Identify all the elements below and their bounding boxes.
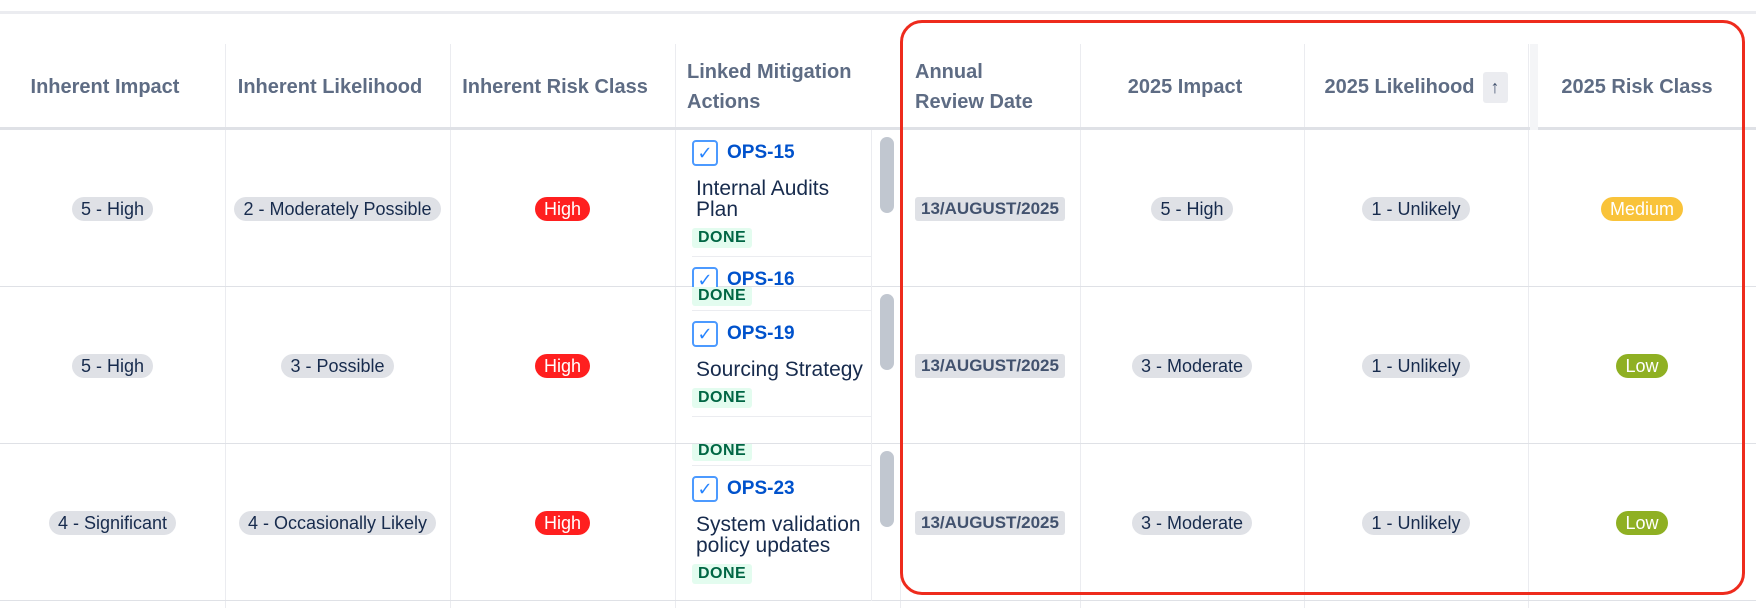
inherent-risk-class-cell: High [450, 130, 675, 287]
item-divider [692, 416, 871, 417]
issue-key-link[interactable]: OPS-19 [727, 323, 795, 345]
column-resize-handle[interactable] [1530, 44, 1538, 130]
header-label: 2025 Impact [1127, 76, 1243, 98]
inherent-risk-class-cell: High [450, 287, 675, 444]
risk-class-badge: High [534, 353, 591, 378]
impact-2025-lozenge: 3 - Moderate [1131, 353, 1253, 378]
inherent-impact-lozenge: 5 - High [71, 353, 154, 378]
task-checkbox-icon: ✓ [692, 476, 718, 502]
risk-table: Inherent Impact Inherent Likelihood Inhe… [0, 44, 1756, 608]
inherent-likelihood-cell: 2 - Moderately Possible [225, 130, 450, 287]
header-inherent-likelihood[interactable]: Inherent Likelihood [225, 44, 435, 130]
header-label: 2025 Likelihood [1324, 76, 1475, 98]
status-badge: DONE [692, 564, 753, 584]
impact-2025-cell: 3 - Moderate [1080, 287, 1304, 444]
impact-2025-lozenge: 5 - High [1151, 196, 1233, 221]
risk-class-2025-cell: Low [1528, 287, 1756, 444]
sort-ascending-icon[interactable]: ↑ [1482, 71, 1508, 103]
issue-summary: System validation policy updates [696, 513, 861, 557]
header-label: Inherent Likelihood [237, 76, 423, 98]
mitigation-item[interactable]: ✓ OPS-23 System validation policy update… [680, 466, 871, 584]
table-row: 4 - Significant 4 - Occasionally Likely … [0, 444, 1756, 601]
review-date-lozenge: 13/AUGUST/2025 [915, 196, 1065, 221]
scrollbar[interactable] [872, 287, 900, 444]
risk-class-badge: Medium [1600, 196, 1684, 221]
mitigation-item[interactable]: ✓ OPS-15 Internal Audits Plan DONE [680, 130, 871, 257]
mitigation-item[interactable]: ✓ OPS-16 [680, 257, 871, 287]
status-badge: DONE [692, 388, 753, 408]
inherent-likelihood-lozenge: 3 - Possible [281, 353, 394, 378]
review-date-cell: 13/AUGUST/2025 [900, 130, 1080, 287]
table-header: Inherent Impact Inherent Likelihood Inhe… [0, 44, 1756, 130]
task-checkbox-icon: ✓ [692, 140, 718, 166]
task-checkbox-icon: ✓ [692, 321, 718, 347]
review-date-cell: 13/AUGUST/2025 [900, 287, 1080, 444]
header-label: Annual [915, 61, 983, 83]
header-label: Inherent Risk Class [462, 76, 648, 98]
impact-2025-cell: 5 - High [1080, 130, 1304, 287]
inherent-impact-cell: 4 - Significant [0, 444, 225, 601]
header-label: Review Date [915, 91, 1033, 113]
inherent-likelihood-cell: 4 - Occasionally Likely [225, 444, 450, 601]
top-divider [0, 0, 1756, 14]
review-date-lozenge: 13/AUGUST/2025 [915, 510, 1065, 535]
risk-class-badge: Low [1616, 353, 1668, 378]
inherent-likelihood-cell: 3 - Possible [225, 287, 450, 444]
review-date-lozenge: 13/AUGUST/2025 [915, 353, 1065, 378]
header-inherent-risk-class[interactable]: Inherent Risk Class [450, 44, 660, 130]
risk-class-badge: High [534, 510, 591, 535]
likelihood-2025-cell: 1 - Unlikely [1304, 287, 1528, 444]
header-label: Inherent Impact [30, 76, 180, 98]
issue-summary: Sourcing Strategy [696, 358, 863, 381]
review-date-cell: 13/AUGUST/2025 [900, 444, 1080, 601]
scrollbar[interactable] [872, 130, 900, 287]
status-badge: DONE [692, 228, 753, 248]
scrollbar-thumb[interactable] [880, 137, 894, 213]
risk-class-2025-cell: Medium [1528, 130, 1756, 287]
likelihood-2025-lozenge: 1 - Unlikely [1362, 353, 1470, 378]
header-label: Linked Mitigation [687, 61, 852, 83]
inherent-likelihood-lozenge: 4 - Occasionally Likely [238, 510, 437, 535]
mitigation-item[interactable]: ✓ OPS-19 Sourcing Strategy DONE [680, 311, 871, 417]
status-badge: DONE [692, 444, 753, 461]
inherent-impact-cell: 5 - High [0, 130, 225, 287]
inherent-impact-lozenge: 4 - Significant [48, 510, 177, 535]
header-inherent-impact[interactable]: Inherent Impact [0, 44, 210, 130]
mitigation-actions-list[interactable]: DONE ✓ OPS-19 Sourcing Strategy DONE [680, 287, 872, 444]
mitigation-actions-list[interactable]: DONE ✓ OPS-23 System validation policy u… [680, 444, 872, 601]
scrollbar-thumb[interactable] [880, 451, 894, 527]
likelihood-2025-cell: 1 - Unlikely [1304, 444, 1528, 601]
header-2025-impact[interactable]: 2025 Impact [1080, 44, 1290, 130]
table-row: 5 - High 3 - Possible High DONE ✓ OPS-19… [0, 287, 1756, 444]
likelihood-2025-cell: 1 - Unlikely [1304, 130, 1528, 287]
issue-summary: Internal Audits Plan [696, 177, 830, 221]
header-linked-mitigation-actions[interactable]: Linked Mitigation Actions [675, 44, 900, 130]
header-annual-review-date[interactable]: Annual Review Date [903, 44, 1080, 130]
issue-key-link[interactable]: OPS-15 [727, 142, 795, 164]
scrollbar[interactable] [872, 444, 900, 601]
status-badge: DONE [692, 287, 753, 306]
table-row: 5 - High 2 - Moderately Possible High ✓ … [0, 130, 1756, 287]
header-label: 2025 Risk Class [1561, 76, 1713, 98]
mitigation-actions-list[interactable]: ✓ OPS-15 Internal Audits Plan DONE ✓ OPS… [680, 130, 872, 287]
inherent-impact-lozenge: 5 - High [71, 196, 154, 221]
inherent-impact-cell: 5 - High [0, 287, 225, 444]
risk-class-badge: High [534, 196, 591, 221]
risk-class-badge: Low [1616, 510, 1668, 535]
issue-key-link[interactable]: OPS-16 [727, 269, 795, 287]
scrollbar-thumb[interactable] [880, 294, 894, 370]
inherent-risk-class-cell: High [450, 444, 675, 601]
likelihood-2025-lozenge: 1 - Unlikely [1362, 510, 1470, 535]
header-2025-risk-class[interactable]: 2025 Risk Class [1538, 44, 1736, 130]
header-label: Actions [687, 91, 761, 113]
inherent-likelihood-lozenge: 2 - Moderately Possible [234, 196, 441, 221]
likelihood-2025-lozenge: 1 - Unlikely [1362, 196, 1470, 221]
task-checkbox-icon: ✓ [692, 267, 718, 287]
impact-2025-lozenge: 3 - Moderate [1131, 510, 1253, 535]
risk-class-2025-cell: Low [1528, 444, 1756, 601]
impact-2025-cell: 3 - Moderate [1080, 444, 1304, 601]
header-2025-likelihood[interactable]: 2025 Likelihood ↑ [1304, 44, 1528, 130]
issue-key-link[interactable]: OPS-23 [727, 478, 795, 500]
